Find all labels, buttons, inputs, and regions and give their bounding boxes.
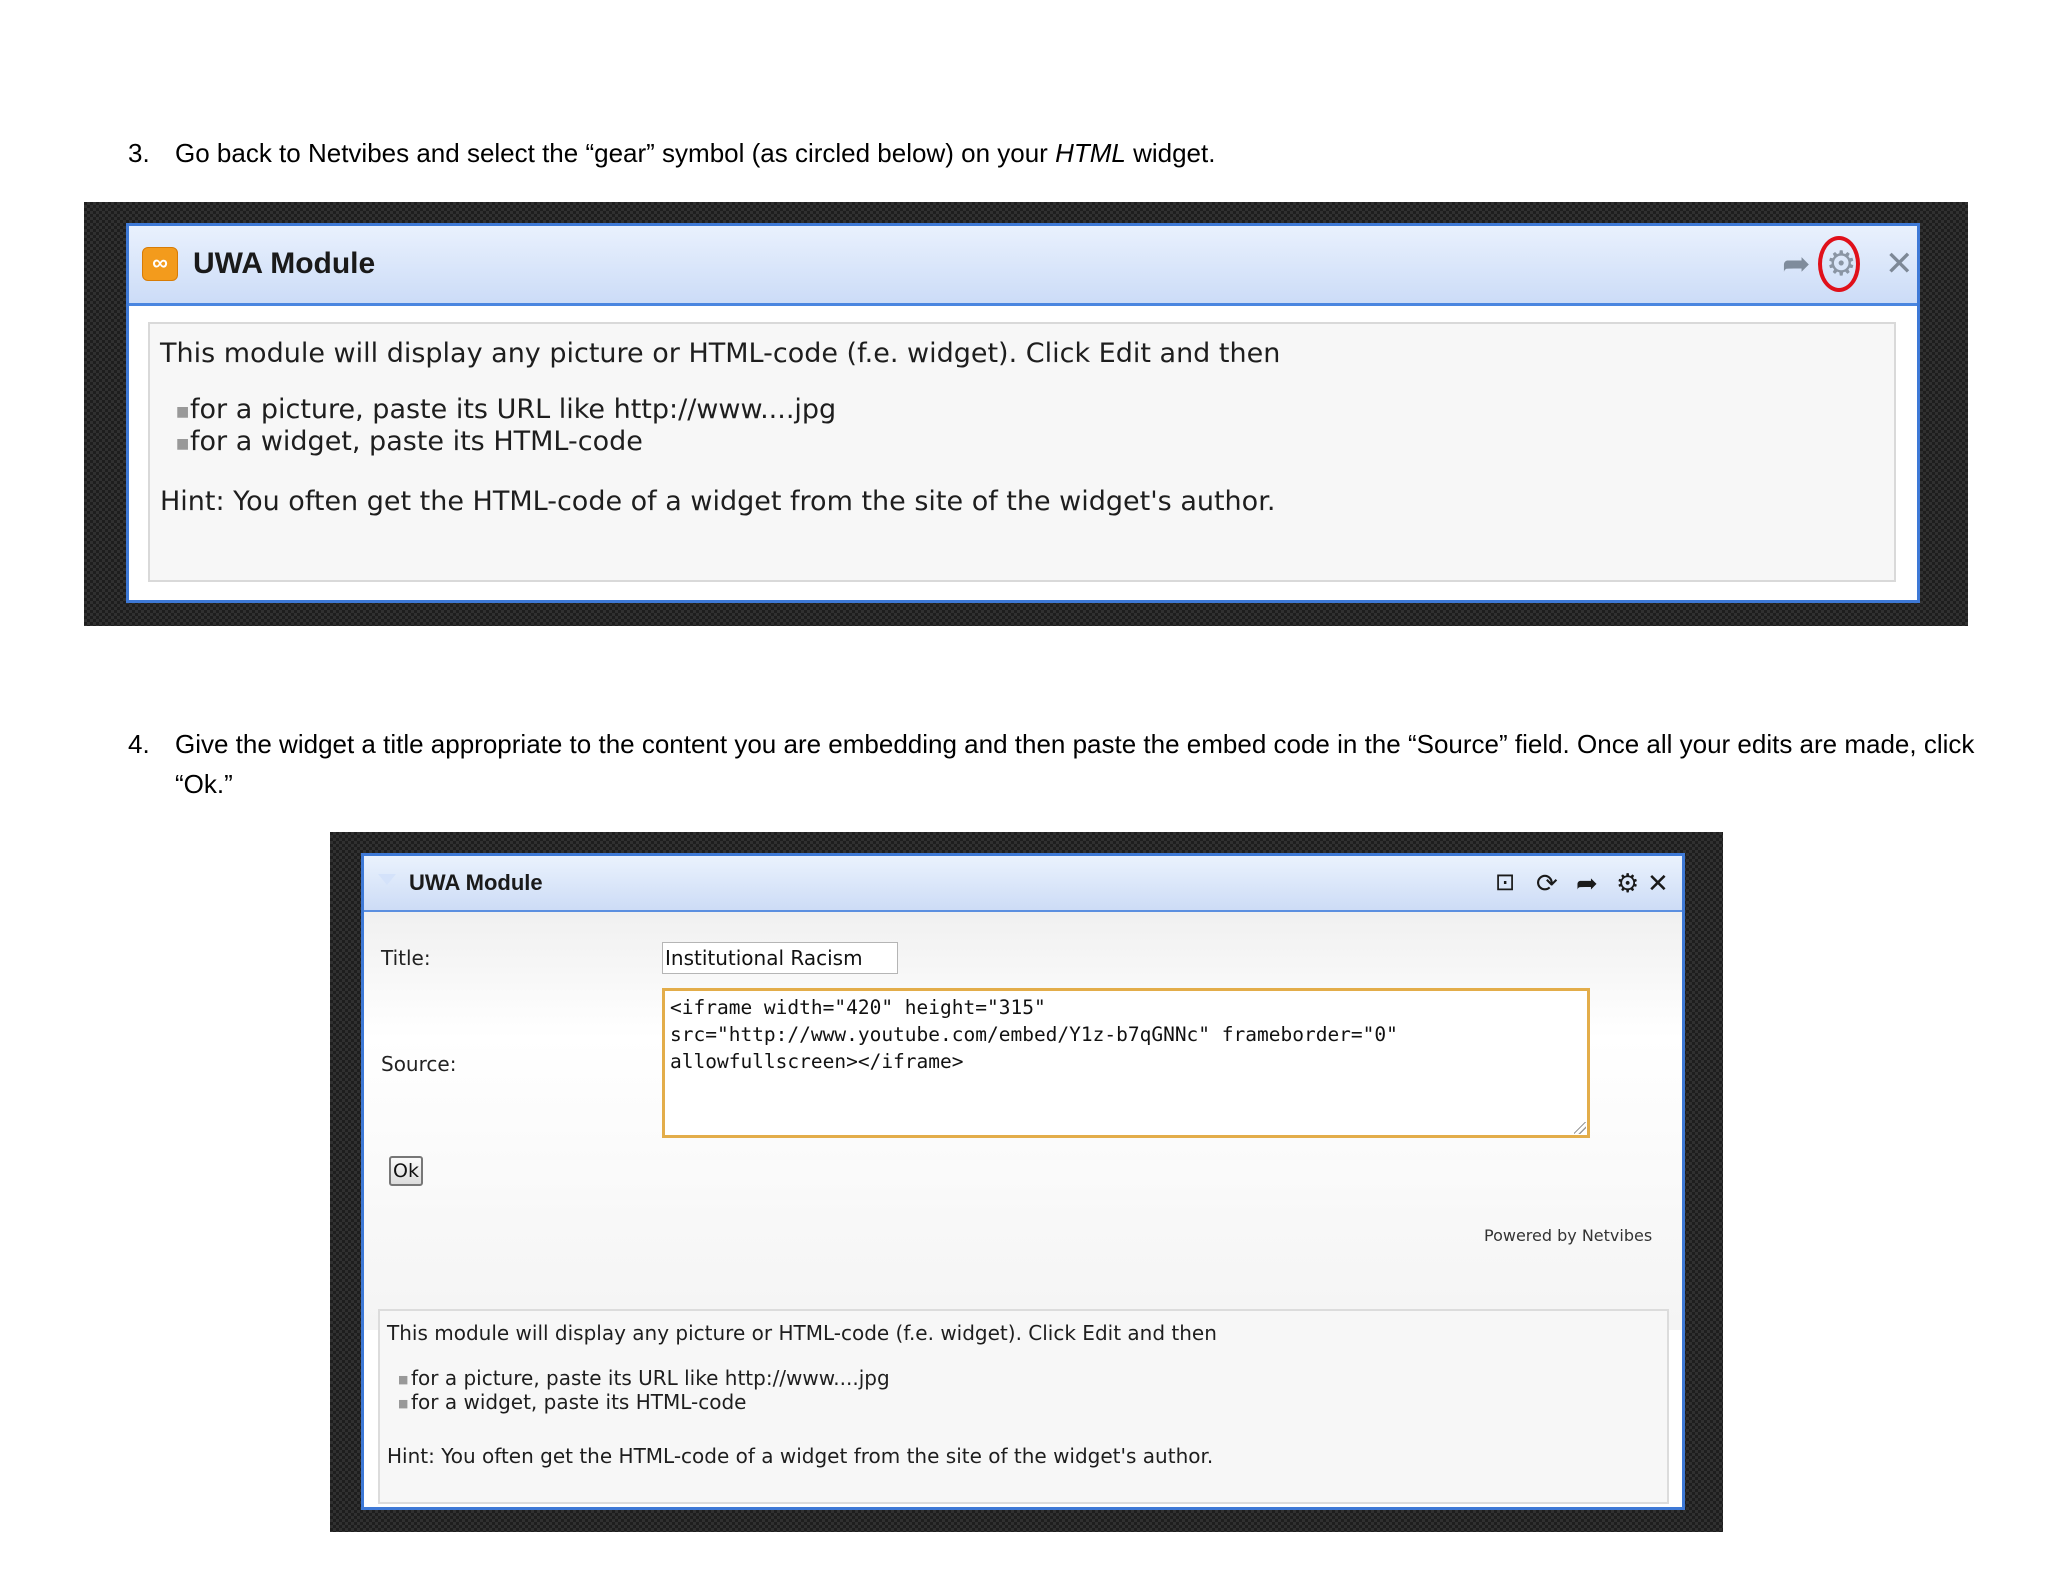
bullet-icon: ■ [176,436,190,452]
list-item: for a picture, paste its URL like http:/… [411,1366,890,1390]
source-label: Source: [381,1052,457,1076]
widget-content: This module will display any picture or … [148,322,1896,582]
list-item: for a widget, paste its HTML-code [411,1390,747,1414]
widget-header: ∞ UWA Module ➦ ⚙ ✕ [129,226,1917,306]
close-icon[interactable]: ✕ [1885,240,1914,288]
intro-text: This module will display any picture or … [387,1321,1217,1345]
widget-title: UWA Module [409,870,543,895]
step-text: Give the widget a title appropriate to t… [175,729,1975,799]
step-3-instruction: 3. Go back to Netvibes and select the “g… [128,133,2028,173]
step-text: Go back to Netvibes and select the “gear… [175,138,1216,168]
bullet-icon: ■ [398,1373,409,1386]
hint-text: Hint: You often get the HTML-code of a w… [387,1444,1214,1468]
step-4-instruction: 4. Give the widget a title appropriate t… [128,724,1978,806]
powered-by-link[interactable]: Powered by Netvibes [1484,1226,1652,1245]
share-icon[interactable]: ➦ [1782,240,1811,288]
uwa-module-widget: ∞ UWA Module ➦ ⚙ ✕ This module will disp… [126,223,1920,603]
widget-content: This module will display any picture or … [378,1309,1669,1504]
intro-text: This module will display any picture or … [160,338,1281,369]
uwa-module-edit-widget: UWA Module ⊡ ⟳ ➦ ⚙ ✕ Title: Institutiona… [361,853,1685,1510]
share-icon[interactable]: ➦ [1576,866,1598,900]
step-number: 3. [128,138,150,168]
list-item: for a widget, paste its HTML-code [190,426,643,457]
refresh-icon[interactable]: ⟳ [1536,866,1558,900]
bullet-icon: ■ [398,1397,409,1410]
title-label: Title: [381,946,431,970]
widget-header: UWA Module ⊡ ⟳ ➦ ⚙ ✕ [364,856,1682,912]
ok-button[interactable]: Ok [389,1156,423,1186]
gear-highlight-circle [1818,236,1860,292]
list-item: for a picture, paste its URL like http:/… [190,394,837,425]
hint-text: Hint: You often get the HTML-code of a w… [160,486,1276,517]
source-textarea[interactable]: <iframe width="420" height="315" src="ht… [662,988,1590,1138]
netvibes-logo-icon: ∞ [142,247,178,281]
collapse-chevron-icon[interactable] [378,874,396,885]
bullet-icon: ■ [176,404,190,420]
step-number: 4. [128,729,150,759]
html-emphasis: HTML [1055,138,1126,168]
close-icon[interactable]: ✕ [1647,866,1669,900]
gear-icon[interactable]: ⚙ [1616,866,1639,900]
title-input[interactable]: Institutional Racism [662,942,898,974]
minimize-icon[interactable]: ⊡ [1495,866,1515,900]
resize-handle-icon[interactable] [1574,1122,1586,1134]
widget-title: UWA Module [193,247,376,280]
